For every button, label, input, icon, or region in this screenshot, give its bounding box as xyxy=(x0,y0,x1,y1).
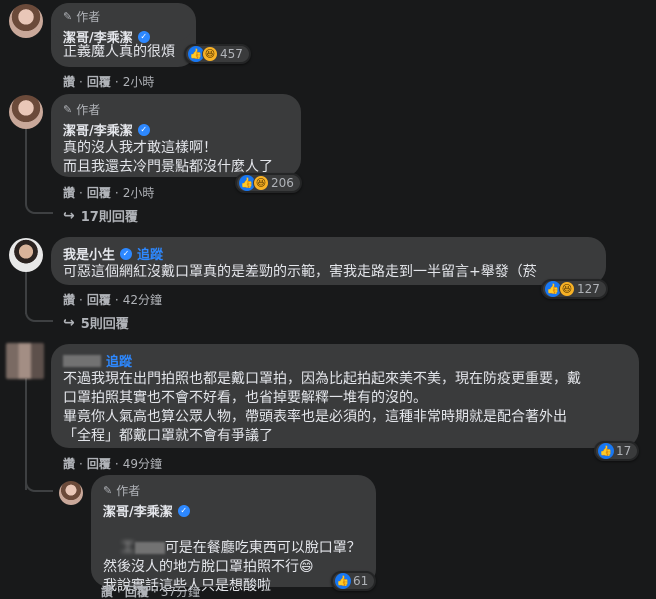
avatar[interactable] xyxy=(9,95,43,129)
redacted-author-name[interactable] xyxy=(63,354,101,367)
reaction-count: 127 xyxy=(577,282,600,296)
author-badge-label: 作者 xyxy=(116,484,141,498)
like-icon: 👍 xyxy=(598,443,614,459)
mention-prefix[interactable]: 工 xyxy=(121,540,135,556)
author-badge: ✎ 作者 xyxy=(63,8,182,25)
reaction-summary[interactable]: 👍 😆 457 xyxy=(184,44,251,64)
reply-arrow-icon: ↪ xyxy=(63,314,75,331)
reply-link[interactable]: 回覆 xyxy=(125,583,149,599)
follow-button[interactable]: 追蹤 xyxy=(106,351,132,370)
author-name[interactable]: 我是小生 xyxy=(63,244,115,263)
reaction-count: 61 xyxy=(353,574,369,588)
reaction-summary[interactable]: 👍 61 xyxy=(331,571,377,591)
like-link[interactable]: 讚 xyxy=(63,184,75,201)
haha-icon: 😆 xyxy=(202,46,218,62)
timestamp[interactable]: 42分鐘 xyxy=(123,291,162,308)
verified-icon: ✓ xyxy=(177,504,190,517)
pencil-icon: ✎ xyxy=(103,484,113,497)
comment-bubble: 追蹤 不過我現在出門拍照也都是戴口罩拍，因為比起拍起來美不美，現在防疫更重要，戴… xyxy=(51,344,639,448)
reply-link[interactable]: 回覆 xyxy=(87,184,111,201)
avatar[interactable] xyxy=(6,343,44,379)
comment-bubble: ✎ 作者 潔哥/李乘潔 ✓ 真的沒人我才敢這樣啊！ 而且我還去冷門景點都沒什麼人… xyxy=(51,94,301,177)
like-link[interactable]: 讚 xyxy=(63,291,75,308)
comment-actions: 讚 · 回覆 · 42分鐘 xyxy=(63,291,162,308)
like-link[interactable]: 讚 xyxy=(101,583,113,599)
pencil-icon: ✎ xyxy=(63,103,73,116)
timestamp[interactable]: 37分鐘 xyxy=(161,583,200,599)
verified-icon: ✓ xyxy=(137,123,150,136)
reaction-summary[interactable]: 👍 😆 206 xyxy=(235,173,302,193)
reply-link[interactable]: 回覆 xyxy=(87,291,111,308)
comment-text: 不過我現在出門拍照也都是戴口罩拍，因為比起拍起來美不美，現在防疫更重要，戴 口罩… xyxy=(63,371,581,444)
comment-bubble: 我是小生 ✓ 追蹤 可惡這個網紅沒戴口罩真的是差勁的示範，害我走路走到一半留言+… xyxy=(51,237,606,285)
thread-curve xyxy=(25,200,53,214)
view-replies-button[interactable]: ↪ 17則回覆 xyxy=(63,206,138,226)
replies-label: 5則回覆 xyxy=(80,317,129,332)
avatar[interactable] xyxy=(59,481,83,505)
reaction-count: 17 xyxy=(616,444,632,458)
haha-icon: 😆 xyxy=(559,281,575,297)
timestamp[interactable]: 2小時 xyxy=(123,73,155,90)
reply-link[interactable]: 回覆 xyxy=(87,455,111,472)
view-replies-button[interactable]: ↪ 5則回覆 xyxy=(63,313,129,333)
timestamp[interactable]: 49分鐘 xyxy=(123,455,162,472)
timestamp[interactable]: 2小時 xyxy=(123,184,155,201)
author-badge-label: 作者 xyxy=(76,10,101,24)
reaction-summary[interactable]: 👍 😆 127 xyxy=(541,279,608,299)
author-name[interactable]: 潔哥/李乘潔 xyxy=(103,501,173,520)
thread-curve xyxy=(25,308,53,322)
reaction-count: 206 xyxy=(271,176,294,190)
haha-icon: 😆 xyxy=(253,175,269,191)
like-icon: 👍 xyxy=(335,573,351,589)
pencil-icon: ✎ xyxy=(63,10,73,23)
reaction-count: 457 xyxy=(220,47,243,61)
thread-line xyxy=(25,128,27,203)
author-badge: ✎ 作者 xyxy=(63,101,289,118)
thread-curve xyxy=(25,470,53,492)
avatar[interactable] xyxy=(9,4,43,38)
verified-icon: ✓ xyxy=(120,247,133,260)
replies-label: 17則回覆 xyxy=(80,210,138,225)
author-badge-label: 作者 xyxy=(76,103,101,117)
like-link[interactable]: 讚 xyxy=(63,73,75,90)
comment-actions: 讚 · 回覆 · 37分鐘 xyxy=(101,583,200,599)
verified-icon: ✓ xyxy=(137,30,150,43)
comment-actions: 讚 · 回覆 · 49分鐘 xyxy=(63,455,162,472)
reply-link[interactable]: 回覆 xyxy=(87,73,111,90)
comment-bubble: ✎ 作者 潔哥/李乘潔 ✓ 工可是在餐廳吃東西可以脫口罩？ 然後沒人的地方脫口罩… xyxy=(91,475,376,594)
comment-actions: 讚 · 回覆 · 2小時 xyxy=(63,184,155,201)
follow-button[interactable]: 追蹤 xyxy=(137,244,163,263)
author-badge: ✎ 作者 xyxy=(103,482,364,499)
comment-actions: 讚 · 回覆 · 2小時 xyxy=(63,73,155,90)
avatar[interactable] xyxy=(9,238,43,272)
like-link[interactable]: 讚 xyxy=(63,455,75,472)
comment-text: 正義魔人真的很煩 xyxy=(63,44,175,60)
author-name[interactable]: 潔哥/李乘潔 xyxy=(63,120,133,139)
comment-text: 可惡這個網紅沒戴口罩真的是差勁的示範，害我走路走到一半留言+舉發（菸 xyxy=(63,264,537,280)
reply-arrow-icon: ↪ xyxy=(63,207,75,224)
comment-text: 真的沒人我才敢這樣啊！ 而且我還去冷門景點都沒什麼人了 xyxy=(63,140,273,175)
reaction-summary[interactable]: 👍 17 xyxy=(594,441,640,461)
redacted-mention xyxy=(134,542,165,554)
